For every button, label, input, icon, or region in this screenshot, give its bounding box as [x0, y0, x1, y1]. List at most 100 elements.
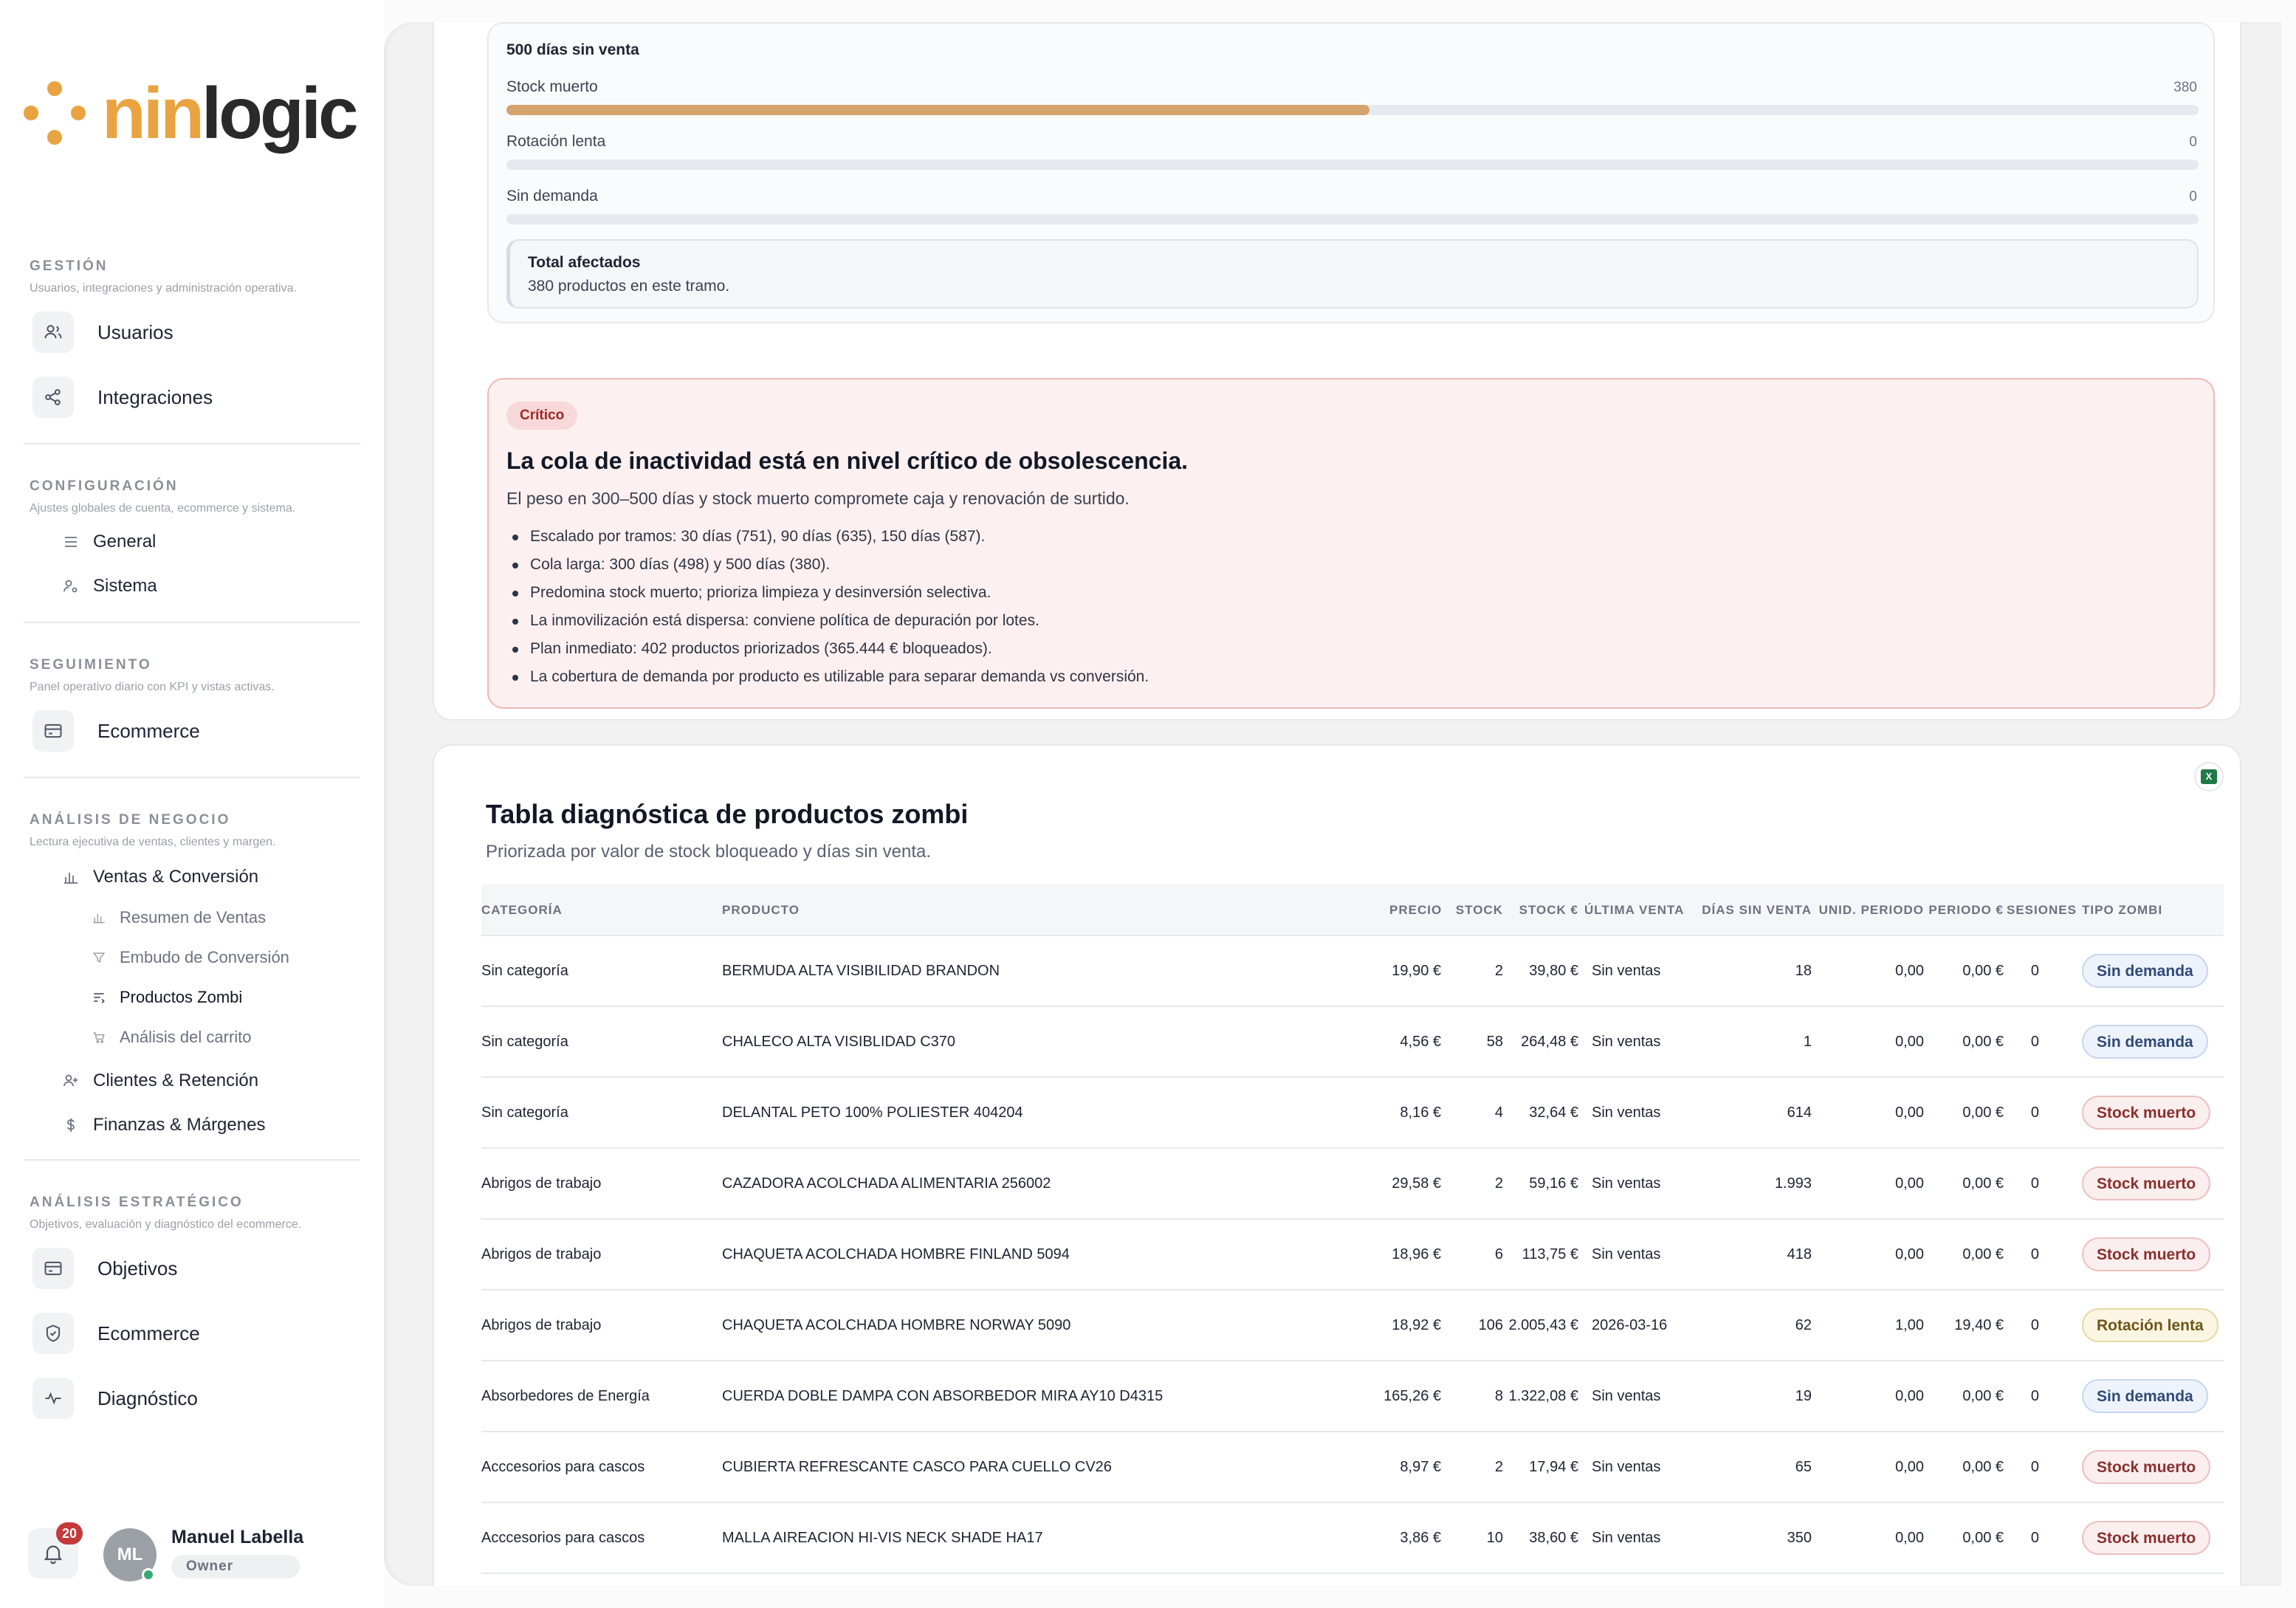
cell-dias-sin-venta: 350 [1787, 1530, 1812, 1546]
cell-dias-sin-venta: 614 [1787, 1104, 1812, 1121]
zombie-type-badge: Sin demanda [2082, 954, 2208, 988]
column-header-dias-sin-venta[interactable]: DÍAS SIN VENTA [1695, 884, 1812, 936]
nav-item-ventas-conversion[interactable]: Ventas & Conversión [62, 867, 258, 887]
section-subtitle-negocio: Lectura ejecutiva de ventas, clientes y … [30, 836, 276, 848]
cell-periodo-eur: 0,00 € [1962, 1530, 2004, 1546]
bar-label: Stock muerto [506, 78, 598, 95]
ninlogic-logo[interactable]: ninlogic [24, 72, 359, 154]
nav-item-finanzas-margenes[interactable]: Finanzas & Márgenes [62, 1115, 265, 1135]
table-row[interactable]: Sin categoría BERMUDA ALTA VISIBILIDAD BR… [481, 936, 2224, 1007]
table-row[interactable]: Abrigos de trabajo CAZADORA ACOLCHADA ALI… [481, 1149, 2224, 1220]
cell-unid-periodo: 0,00 [1895, 1246, 1924, 1262]
cell-dias-sin-venta: 65 [1795, 1459, 1812, 1475]
cell-sesiones: 0 [2030, 1246, 2039, 1262]
zombie-type-badge: Stock muerto [2082, 1096, 2211, 1130]
nav-subitem-label: Resumen de Ventas [120, 908, 267, 927]
cell-unid-periodo: 0,00 [1895, 1530, 1924, 1546]
user-name: Manuel Labella [171, 1527, 304, 1547]
bar-label: Rotación lenta [506, 133, 606, 150]
cell-stock: 6 [1494, 1246, 1503, 1262]
table-row[interactable]: Abrigos de trabajo CHAQUETA ACOLCHADA HOM… [481, 1220, 2224, 1291]
cell-producto: CUERDA DOBLE DAMPA CON ABSORBEDOR MIRA A… [722, 1388, 1164, 1404]
nav-item-objetivos[interactable]: Objetivos [32, 1248, 177, 1289]
notifications-button[interactable]: 20 [28, 1522, 83, 1578]
table-row[interactable]: Sin categoría DELANTAL PETO 100% POLIESTE… [481, 1078, 2224, 1149]
zombie-type-badge: Sin demanda [2082, 1379, 2208, 1413]
nav-item-label: General [93, 532, 157, 552]
table-row[interactable]: Abrigos de trabajo CHAQUETA ACOLCHADA HOM… [481, 1291, 2224, 1361]
cell-periodo-eur: 0,00 € [1962, 1175, 2004, 1192]
sidebar: ninlogic GESTIÓN Usuarios, integraciones… [0, 0, 384, 1608]
nav-item-usuarios[interactable]: Usuarios [32, 312, 173, 353]
column-header-stock[interactable]: STOCK [1444, 884, 1503, 936]
zombie-table-card: X Tabla diagnóstica de productos zombi P… [433, 744, 2241, 1586]
cell-producto: MALLA AIREACION HI-VIS NECK SHADE HA17 [722, 1530, 1043, 1546]
nav-item-label: Finanzas & Márgenes [93, 1115, 266, 1135]
cell-unid-periodo: 0,00 [1895, 1388, 1924, 1404]
nav-item-clientes-retencion[interactable]: Clientes & Retención [62, 1071, 258, 1091]
cell-precio: 4,56 € [1400, 1034, 1441, 1050]
table-row[interactable]: Acccesorios para cascos MALLA AIREACION H… [481, 1503, 2224, 1574]
nav-item-ecommerce-seguimiento[interactable]: Ecommerce [32, 710, 200, 752]
alert-list: Escalado por tramos: 30 días (751), 90 d… [506, 523, 1149, 691]
cell-sesiones: 0 [2030, 963, 2039, 979]
section-title-seguimiento: SEGUIMIENTO [30, 657, 152, 673]
column-header-periodo-eur[interactable]: PERIODO € [1922, 884, 2004, 936]
cell-ultima-venta: Sin ventas [1592, 1246, 1661, 1262]
cell-sesiones: 0 [2030, 1317, 2039, 1333]
cell-precio: 8,16 € [1400, 1104, 1441, 1121]
cell-stock: 4 [1494, 1104, 1503, 1121]
nav-item-ecommerce-estrategico[interactable]: Ecommerce [32, 1313, 200, 1354]
alert-subtitle: El peso en 300–500 días y stock muerto c… [506, 489, 1130, 508]
table-row[interactable]: Acccesorios para cascos CUBIERTA REFRESCA… [481, 1432, 2224, 1503]
section-title-configuracion: CONFIGURACIÓN [30, 478, 179, 494]
nav-item-label: Integraciones [97, 385, 213, 408]
column-header-unid-periodo[interactable]: UNID. PERIODO [1810, 884, 1924, 936]
total-subtitle: 380 productos en este tramo. [528, 278, 730, 295]
alert-list-item: La cobertura de demanda por producto es … [506, 663, 1149, 691]
nav-item-diagnostico[interactable]: Diagnóstico [32, 1378, 198, 1419]
logo-mark-icon [24, 81, 87, 145]
divider [24, 777, 360, 778]
nav-item-integraciones[interactable]: Integraciones [32, 377, 213, 418]
cell-producto: BERMUDA ALTA VISIBILIDAD BRANDON [722, 963, 1000, 979]
cell-unid-periodo: 0,00 [1895, 1175, 1924, 1192]
nav-subitem-productos-zombi[interactable]: Productos Zombi [92, 988, 242, 1007]
column-header-ultima-venta[interactable]: ÚLTIMA VENTA [1584, 884, 1684, 936]
column-header-sesiones[interactable]: SESIONES [2007, 884, 2077, 936]
divider [24, 622, 360, 623]
progress-track [506, 159, 2199, 170]
section-title-negocio: ANÁLISIS DE NEGOCIO [30, 812, 231, 828]
cell-producto: CUBIERTA REFRESCANTE CASCO PARA CUELLO C… [722, 1459, 1112, 1475]
column-header-stock-eur[interactable]: STOCK € [1515, 884, 1578, 936]
inactivity-card: 500 días sin venta Stock muerto 380 Rota… [433, 22, 2241, 721]
cell-ultima-venta: Sin ventas [1592, 1530, 1661, 1546]
column-header-precio[interactable]: PRECIO [1389, 884, 1441, 936]
column-header-tipo-zombi[interactable]: TIPO ZOMBI [2082, 884, 2162, 936]
table-row[interactable]: Sin categoría CHALECO ALTA VISIBLIDAD C37… [481, 1007, 2224, 1078]
nav-subitem-embudo-conversion[interactable]: Embudo de Conversión [92, 948, 289, 967]
nav-item-sistema[interactable]: Sistema [62, 576, 157, 597]
cell-stock: 2 [1494, 1175, 1503, 1192]
cell-dias-sin-venta: 18 [1795, 963, 1812, 979]
cell-categoria: Sin categoría [481, 963, 568, 979]
cell-stock-eur: 38,60 € [1529, 1530, 1578, 1546]
section-title-estrategico: ANÁLISIS ESTRATÉGICO [30, 1195, 244, 1210]
cell-stock-eur: 59,16 € [1529, 1175, 1578, 1192]
logo-text: ninlogic [102, 72, 359, 154]
total-title: Total afectados [528, 254, 641, 271]
column-header-categoria[interactable]: CATEGORÍA [481, 884, 563, 936]
column-header-producto[interactable]: PRODUCTO [722, 884, 800, 936]
nav-item-label: Ecommerce [97, 1322, 200, 1344]
export-excel-button[interactable]: X [2194, 762, 2224, 791]
alert-list-item: Cola larga: 300 días (498) y 500 días (3… [506, 551, 1149, 579]
nav-subitem-analisis-carrito[interactable]: Análisis del carrito [92, 1028, 252, 1047]
zombie-type-badge: Rotación lenta [2082, 1308, 2218, 1342]
cell-producto: DELANTAL PETO 100% POLIESTER 404204 [722, 1104, 1023, 1121]
nav-subitem-resumen-ventas[interactable]: Resumen de Ventas [92, 908, 266, 927]
table-row[interactable]: Absorbedores de Energía CUERDA DOBLE DAMP… [481, 1361, 2224, 1432]
bar-chart-icon [64, 873, 78, 884]
nav-item-general[interactable]: General [62, 532, 156, 552]
cell-dias-sin-venta: 19 [1795, 1388, 1812, 1404]
cell-periodo-eur: 0,00 € [1962, 1388, 2004, 1404]
